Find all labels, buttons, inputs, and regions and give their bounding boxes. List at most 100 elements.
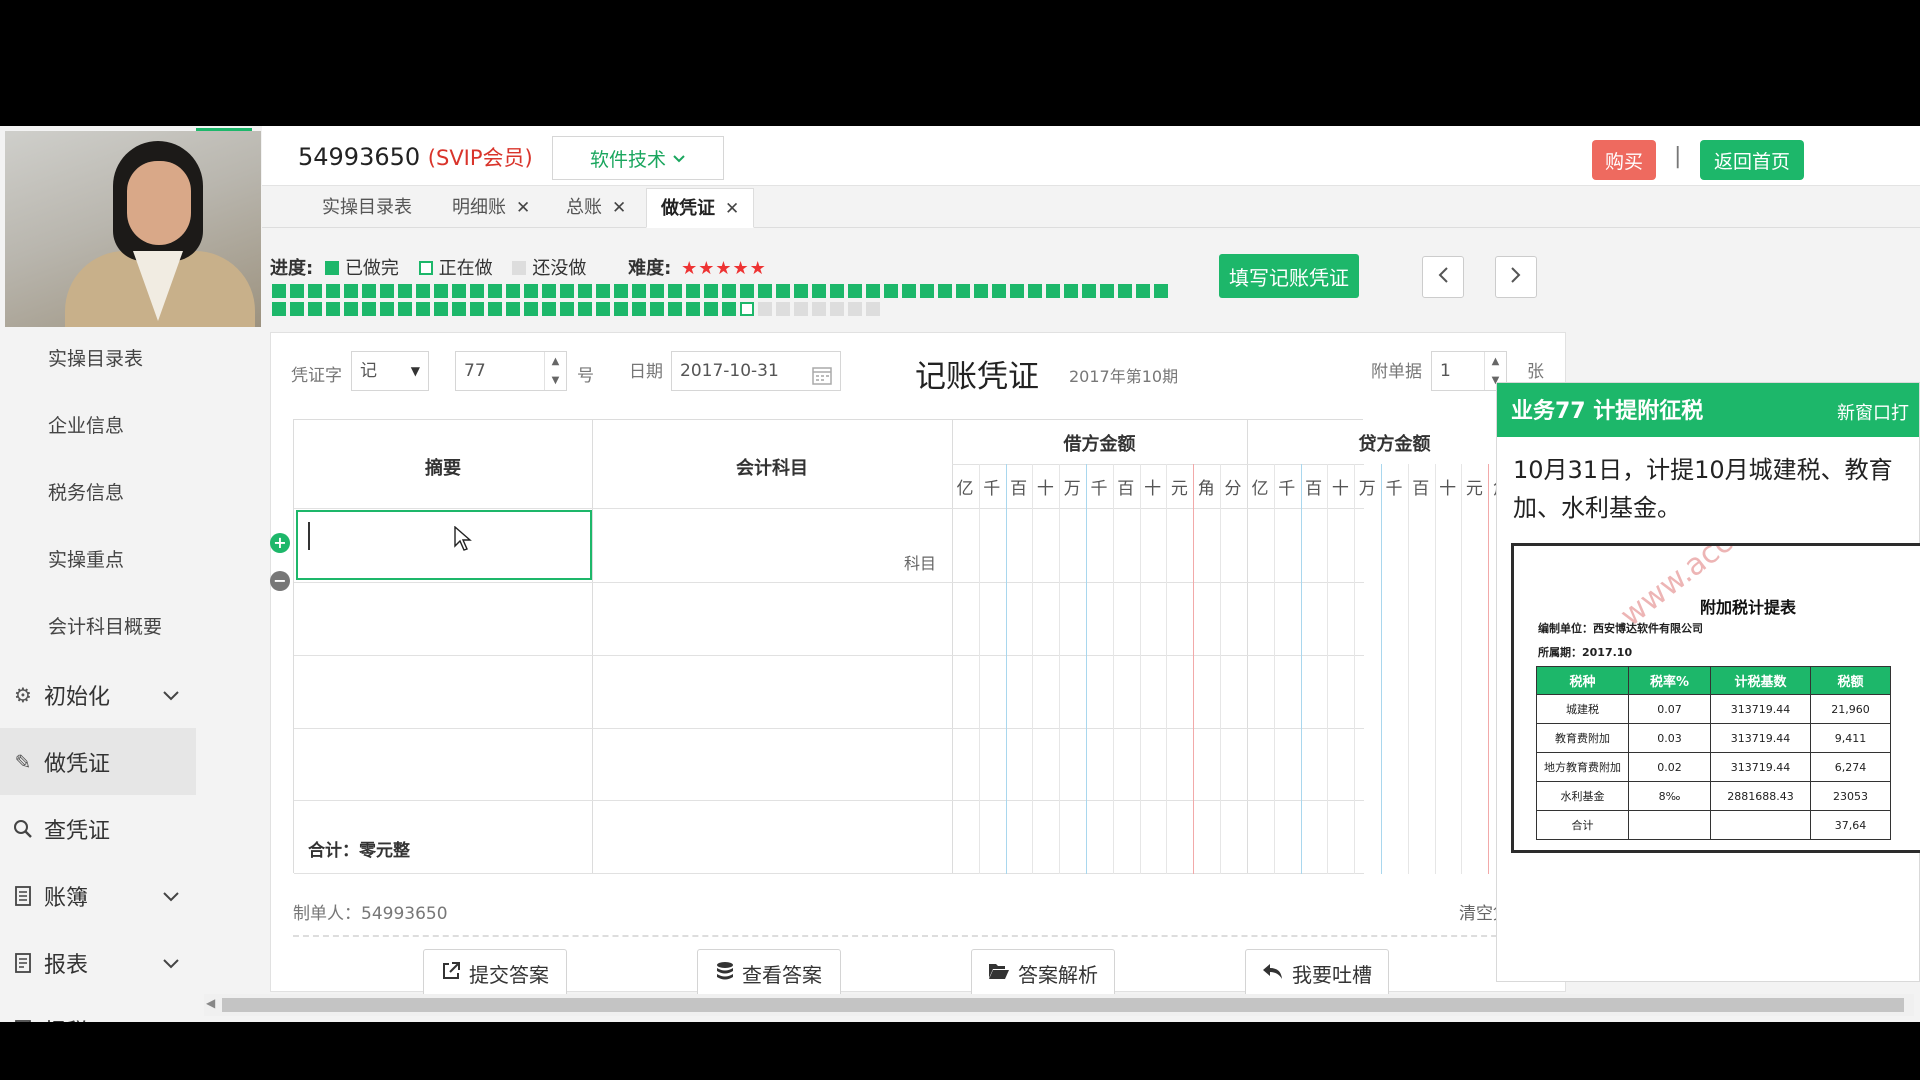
submit-answer-button[interactable]: 提交答案 (423, 949, 567, 997)
sidebar-item-key-points[interactable]: 实操重点 (0, 527, 196, 594)
add-row-icon[interactable]: + (270, 533, 290, 553)
progress-cell[interactable] (398, 284, 412, 298)
progress-cell[interactable] (542, 302, 556, 316)
view-answer-button[interactable]: 查看答案 (697, 949, 841, 997)
progress-cell[interactable] (1100, 284, 1114, 298)
voucher-number-input[interactable]: 77 ▲ ▼ (455, 351, 567, 391)
progress-cell[interactable] (524, 284, 538, 298)
progress-cell[interactable] (1010, 284, 1024, 298)
progress-cell[interactable] (434, 302, 448, 316)
progress-cell[interactable] (542, 284, 556, 298)
progress-cell[interactable] (794, 284, 808, 298)
progress-cell[interactable] (596, 284, 610, 298)
sidebar-item-company-info[interactable]: 企业信息 (0, 393, 196, 460)
progress-cell[interactable] (650, 302, 664, 316)
tax-sheet-image[interactable]: 附加税计提表 编制单位：西安博达软件有限公司 所属期：2017.10 税种 税率… (1511, 543, 1920, 853)
close-icon[interactable]: ✕ (612, 198, 626, 218)
progress-cell[interactable] (380, 284, 394, 298)
progress-cell[interactable] (1136, 284, 1150, 298)
sidebar-item-tax-info[interactable]: 税务信息 (0, 460, 196, 527)
home-button[interactable]: 返回首页 (1700, 140, 1804, 180)
progress-cell[interactable] (758, 302, 772, 316)
progress-cell[interactable] (830, 302, 844, 316)
progress-cell[interactable] (488, 284, 502, 298)
next-button[interactable] (1495, 256, 1537, 298)
calendar-icon[interactable] (812, 361, 832, 399)
progress-cell[interactable] (488, 302, 502, 316)
progress-cell[interactable] (416, 284, 430, 298)
step-down-icon[interactable]: ▼ (552, 375, 560, 386)
progress-cell[interactable] (866, 302, 880, 316)
progress-cell[interactable] (776, 284, 790, 298)
progress-cell[interactable] (470, 302, 484, 316)
progress-cell[interactable] (560, 302, 574, 316)
summary-input[interactable] (296, 510, 592, 580)
progress-cell[interactable] (866, 284, 880, 298)
progress-cell[interactable] (344, 302, 358, 316)
feedback-button[interactable]: 我要吐槽 (1245, 949, 1389, 997)
progress-cell[interactable] (380, 302, 394, 316)
progress-cell[interactable] (326, 302, 340, 316)
progress-cell[interactable] (848, 302, 862, 316)
progress-cell[interactable] (398, 302, 412, 316)
progress-cell[interactable] (362, 302, 376, 316)
progress-cell[interactable] (362, 284, 376, 298)
scroll-left-icon[interactable]: ◀ (206, 996, 215, 1010)
sidebar-item-make-voucher[interactable]: ✎ 做凭证 (0, 728, 196, 795)
progress-cell[interactable] (1028, 284, 1042, 298)
progress-cell[interactable] (560, 284, 574, 298)
progress-cell[interactable] (776, 302, 790, 316)
progress-cell[interactable] (686, 302, 700, 316)
progress-cell[interactable] (416, 302, 430, 316)
progress-cell[interactable] (812, 284, 826, 298)
sidebar-item-search-voucher[interactable]: 查凭证 (0, 795, 196, 862)
progress-cell[interactable] (758, 284, 772, 298)
progress-cell[interactable] (632, 302, 646, 316)
progress-cell[interactable] (524, 302, 538, 316)
sidebar-item-reports[interactable]: 报表 (0, 929, 196, 996)
progress-cell[interactable] (974, 284, 988, 298)
progress-cell[interactable] (740, 284, 754, 298)
progress-cell[interactable] (812, 302, 826, 316)
progress-cell[interactable] (614, 302, 628, 316)
fill-voucher-button[interactable]: 填写记账凭证 (1219, 254, 1359, 298)
sidebar-item-ledgers[interactable]: 账簿 (0, 862, 196, 929)
progress-cell[interactable] (848, 284, 862, 298)
close-icon[interactable]: ✕ (516, 198, 530, 218)
date-input[interactable]: 2017-10-31 (671, 351, 841, 391)
progress-cell[interactable] (290, 302, 304, 316)
tab-make-voucher[interactable]: 做凭证 ✕ (646, 188, 755, 228)
progress-cell[interactable] (722, 302, 736, 316)
progress-cell[interactable] (686, 284, 700, 298)
tab-general-ledger[interactable]: 总账 ✕ (552, 188, 640, 228)
horizontal-scrollbar[interactable]: ◀ (204, 994, 1914, 1016)
close-icon[interactable]: ✕ (725, 199, 739, 219)
progress-cell[interactable] (596, 302, 610, 316)
progress-cell[interactable] (272, 284, 286, 298)
sidebar-item-catalog[interactable]: 实操目录表 (0, 326, 196, 393)
sidebar-item-accounts-overview[interactable]: 会计科目概要 (0, 594, 196, 661)
answer-analysis-button[interactable]: 答案解析 (971, 949, 1115, 997)
progress-cell[interactable] (272, 302, 286, 316)
voucher-word-select[interactable]: 记 ▼ (351, 351, 429, 391)
scroll-thumb[interactable] (222, 998, 1904, 1012)
progress-cell[interactable] (902, 284, 916, 298)
progress-cell[interactable] (704, 302, 718, 316)
sidebar-item-initialize[interactable]: ⚙ 初始化 (0, 661, 196, 728)
remove-row-icon[interactable]: − (270, 571, 290, 591)
progress-cell[interactable] (506, 284, 520, 298)
progress-cell[interactable] (452, 302, 466, 316)
progress-cell[interactable] (470, 284, 484, 298)
progress-cell[interactable] (308, 302, 322, 316)
progress-cell[interactable] (578, 302, 592, 316)
progress-cell[interactable] (632, 284, 646, 298)
progress-cell[interactable] (992, 284, 1006, 298)
progress-cell[interactable] (884, 284, 898, 298)
progress-cell[interactable] (614, 284, 628, 298)
progress-cell[interactable] (578, 284, 592, 298)
tab-detail-ledger[interactable]: 明细账 ✕ (438, 188, 544, 228)
progress-cell[interactable] (794, 302, 808, 316)
progress-cell[interactable] (920, 284, 934, 298)
progress-cell[interactable] (326, 284, 340, 298)
progress-cell[interactable] (956, 284, 970, 298)
